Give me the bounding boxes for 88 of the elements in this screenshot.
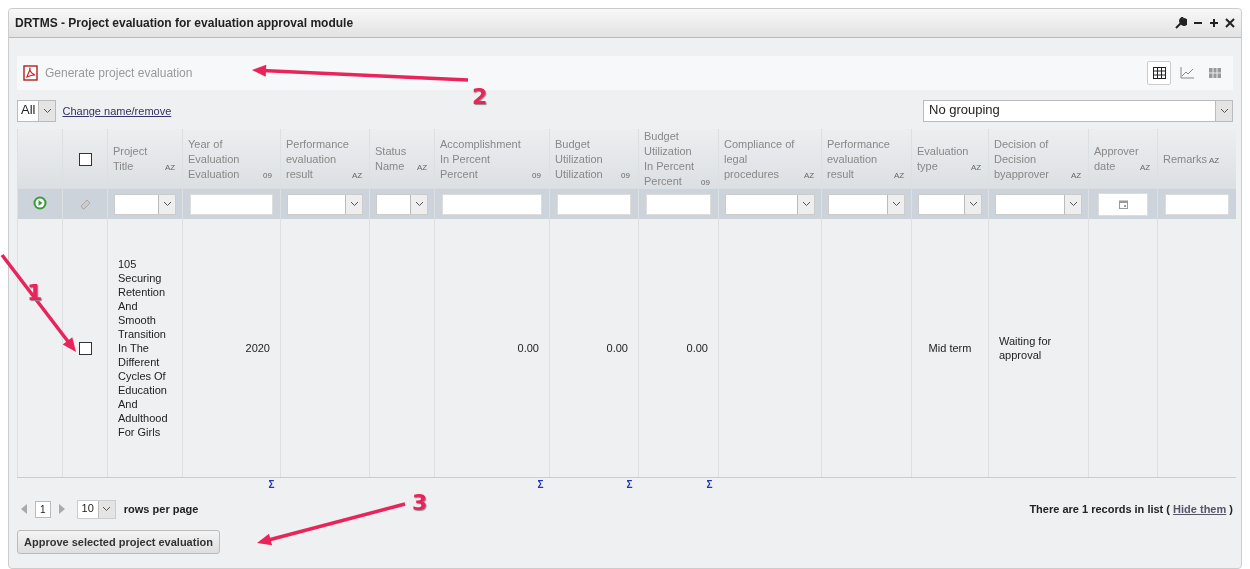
chevron-down-icon <box>801 201 811 207</box>
column-header[interactable]: Performance evaluation result <box>286 136 350 182</box>
approve-button[interactable]: Approve selected project evaluation <box>17 530 220 554</box>
column-header[interactable]: Year of Evaluation Evaluation <box>188 136 261 182</box>
table-cell: 0.00 <box>686 342 708 354</box>
column-header[interactable]: Status Name <box>375 144 415 174</box>
table-cell: Waiting for approval <box>999 335 1052 361</box>
filter-select[interactable] <box>376 193 428 215</box>
records-count-text: There are 1 records in list ( <box>1029 503 1170 515</box>
sort-icon[interactable]: AZ <box>804 170 815 180</box>
sort-icon[interactable]: AZ <box>971 163 982 172</box>
column-header[interactable]: Budget Utilization Utilization <box>555 136 619 182</box>
table-cell: Mid term <box>928 342 972 354</box>
rows-per-page-label: rows per page <box>123 503 199 515</box>
maximize-icon[interactable] <box>1209 17 1219 29</box>
filter-select[interactable] <box>995 193 1082 215</box>
chevron-down-icon <box>891 201 901 207</box>
row-checkbox[interactable] <box>78 342 92 356</box>
sort-icon[interactable]: 09 <box>532 170 541 180</box>
chevron-down-icon <box>1219 108 1229 114</box>
table-cell: 0.00 <box>606 342 628 354</box>
sum-icon[interactable]: Σ <box>268 480 275 490</box>
filter-field[interactable] <box>190 193 273 215</box>
column-header[interactable]: Compliance of legal procedures <box>724 136 802 182</box>
sort-icon[interactable]: AZ <box>1140 163 1151 172</box>
filter-field[interactable] <box>557 193 631 215</box>
column-header[interactable]: Evaluation type <box>917 144 969 174</box>
next-page-icon[interactable] <box>58 504 65 514</box>
rename-link[interactable]: Change name/remove <box>62 105 172 117</box>
previous-page-icon[interactable] <box>21 504 27 514</box>
chevron-down-icon <box>1068 201 1078 207</box>
wrench-icon[interactable] <box>1175 17 1187 29</box>
chevron-down-icon <box>162 201 172 207</box>
sort-icon[interactable]: AZ <box>894 170 905 180</box>
column-header[interactable]: Decision of Decision byapprover <box>994 136 1069 182</box>
view-button[interactable] <box>1147 61 1171 85</box>
sort-icon[interactable]: 09 <box>701 178 710 187</box>
calendar-icon <box>1118 199 1128 209</box>
filter-select[interactable] <box>725 193 815 215</box>
chevron-down-icon <box>349 201 359 207</box>
window-title: DRTMS - Project evaluation for evaluation approval module <box>15 16 354 30</box>
column-header[interactable]: Project Title <box>113 144 163 174</box>
sort-icon[interactable]: AZ <box>1071 170 1082 180</box>
view-select[interactable]: All <box>17 100 57 122</box>
closing-paren: ) <box>1229 503 1233 515</box>
sort-icon[interactable]: 09 <box>621 170 630 180</box>
grouping-select[interactable]: No grouping <box>923 100 1233 122</box>
sort-icon[interactable]: 09 <box>263 170 272 180</box>
sort-icon[interactable]: AZ <box>417 163 428 172</box>
chevron-down-icon <box>42 108 52 114</box>
annotation-number: 3 <box>412 492 428 514</box>
filter-field[interactable] <box>646 193 711 215</box>
sum-icon[interactable]: Σ <box>706 480 713 490</box>
filter-select[interactable] <box>918 193 982 215</box>
sum-icon[interactable]: Σ <box>537 480 544 490</box>
sort-icon[interactable]: AZ <box>1209 155 1220 165</box>
table-cell: 0.00 <box>517 342 539 354</box>
generate-button[interactable]: Generate project evaluation <box>23 65 193 81</box>
play-icon[interactable] <box>33 196 47 210</box>
chevron-down-icon <box>968 201 978 207</box>
sort-icon[interactable]: AZ <box>352 170 363 180</box>
table-cell: 2020 <box>245 342 270 354</box>
grid-icon <box>1152 67 1166 79</box>
chevron-down-icon <box>414 201 424 207</box>
column-header[interactable]: Approver date <box>1094 144 1138 174</box>
sum-icon[interactable]: Σ <box>626 480 633 490</box>
column-header[interactable]: Performance evaluation result <box>827 136 892 182</box>
select-all-checkbox[interactable] <box>78 153 92 167</box>
filter-select[interactable] <box>114 193 176 215</box>
date-filter-field[interactable] <box>1098 192 1148 216</box>
columns-icon <box>1209 68 1221 78</box>
filter-field[interactable] <box>442 193 542 215</box>
chevron-down-icon <box>102 506 112 512</box>
filter-select[interactable] <box>828 193 905 215</box>
sort-icon[interactable]: AZ <box>165 163 176 172</box>
column-header[interactable]: Budget Utilization In Percent Percent <box>644 129 699 189</box>
column-header[interactable]: Accomplishment In Percent Percent <box>440 136 530 182</box>
rows-per-page-select[interactable]: 10 <box>76 499 116 519</box>
table-cell: 105 Securing Retention And Smooth Transition In The Different Cycles Of Education And Adulthood For Girls <box>118 258 168 438</box>
filter-select[interactable] <box>287 193 363 215</box>
close-icon[interactable] <box>1225 17 1235 29</box>
page-number[interactable]: 1 <box>35 500 51 518</box>
filter-field[interactable] <box>1165 193 1229 215</box>
line-chart-icon <box>1180 67 1194 79</box>
annotation-number: 2 <box>472 86 488 108</box>
hide-link[interactable]: Hide them <box>1173 503 1227 515</box>
pdf-file-icon <box>23 65 39 81</box>
column-header[interactable]: Remarks <box>1163 151 1207 167</box>
